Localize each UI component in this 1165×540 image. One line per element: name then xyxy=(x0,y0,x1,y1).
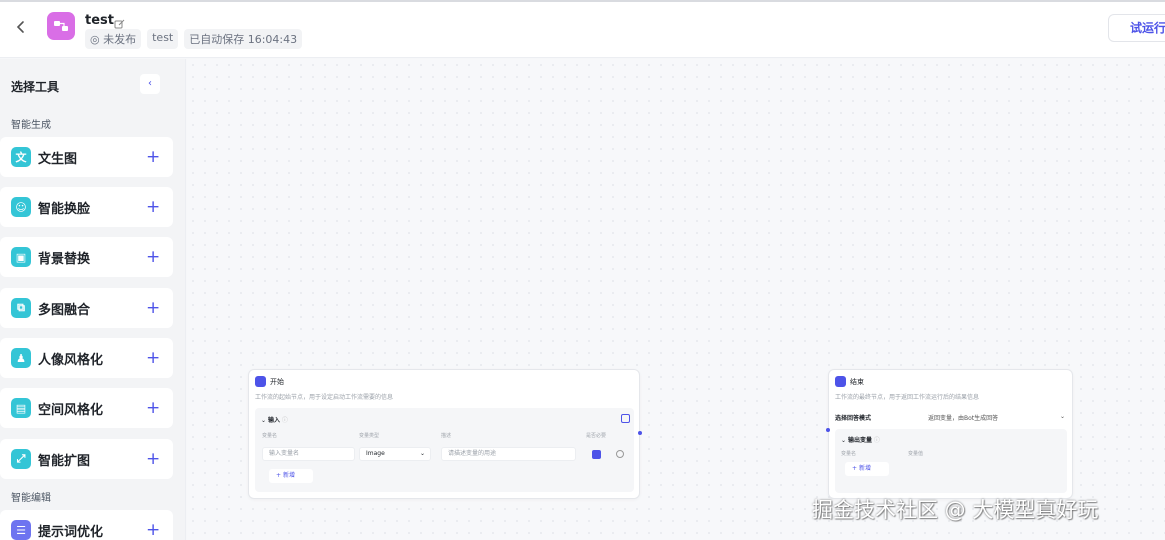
end-node-desc: 工作流的最终节点，用于返回工作流运行后的结果信息 xyxy=(835,394,980,401)
tool-label: 多图融合 xyxy=(38,302,91,318)
image-expand-icon: ⤢ xyxy=(11,449,31,469)
watermark: 掘金技术社区 @ 大模型真好玩 xyxy=(812,498,1099,522)
tool-label: 提示词优化 xyxy=(38,524,104,540)
app-icon xyxy=(47,12,75,40)
output-section: ⌄ 输出变量 ⓘ 变量名 变量值 + 新增 xyxy=(835,429,1067,493)
add-icon[interactable]: + xyxy=(146,300,160,317)
tool-label: 空间风格化 xyxy=(38,402,104,418)
tool-text-to-image[interactable]: 文 文生图 + xyxy=(0,137,173,177)
tool-label: 智能扩图 xyxy=(38,453,91,469)
end-node-title: 结束 xyxy=(850,377,864,386)
col-value: 变量值 xyxy=(908,451,924,457)
start-node[interactable]: 开始 工作流的起始节点，用于设定启动工作流需要的信息 ⌄ 输入 ⓘ 变量名 变量… xyxy=(248,369,642,499)
header: test ◎ 未发布 test 已自动保存 16:04:43 试运行 xyxy=(0,2,1165,58)
tool-face-swap[interactable]: ☺ 智能换脸 + xyxy=(0,187,173,227)
tool-label: 人像风格化 xyxy=(38,352,104,368)
section-label-edit: 智能编辑 xyxy=(11,493,51,504)
col-desc: 描述 xyxy=(441,433,452,439)
answer-mode-select[interactable]: 返回变量，由Bot生成回答 ⌄ xyxy=(928,413,1065,422)
section-label-generate: 智能生成 xyxy=(11,120,51,131)
test-run-button[interactable]: 试运行 xyxy=(1108,14,1165,42)
collapse-sidebar-icon[interactable]: ‹ xyxy=(140,74,160,94)
output-section-title[interactable]: ⌄ 输出变量 ⓘ xyxy=(841,435,880,444)
required-checkbox[interactable] xyxy=(592,450,601,459)
add-icon[interactable]: + xyxy=(146,199,160,216)
input-section-title[interactable]: ⌄ 输入 ⓘ xyxy=(261,415,288,424)
portrait-style-icon: ♟ xyxy=(11,348,31,368)
col-name: 变量名 xyxy=(262,433,278,439)
app-tag: test xyxy=(147,29,179,49)
tool-sidebar: 选择工具 ‹ 智能生成 文 文生图 + ☺ 智能换脸 + ▣ 背景替换 + ⧉ … xyxy=(0,59,186,540)
add-icon[interactable]: + xyxy=(146,400,160,417)
add-input-button[interactable]: + 新增 xyxy=(269,469,313,483)
back-icon[interactable] xyxy=(12,18,30,36)
tool-space-style[interactable]: ▤ 空间风格化 + xyxy=(0,388,173,428)
add-icon[interactable]: + xyxy=(146,451,160,468)
start-node-desc: 工作流的起始节点，用于设定启动工作流需要的信息 xyxy=(255,394,394,401)
autosave-status: 已自动保存 16:04:43 xyxy=(184,29,303,49)
app-meta: ◎ 未发布 test 已自动保存 16:04:43 xyxy=(85,29,303,49)
col-type: 变量类型 xyxy=(359,433,380,439)
prompt-optimize-icon: ☰ xyxy=(11,520,31,540)
tool-label: 背景替换 xyxy=(38,251,91,267)
settings-icon[interactable] xyxy=(616,450,624,458)
background-replace-icon: ▣ xyxy=(11,247,31,267)
text-to-image-icon: 文 xyxy=(11,147,31,167)
end-node-header: 结束 xyxy=(835,376,864,387)
face-swap-icon: ☺ xyxy=(11,197,31,217)
tool-label: 文生图 xyxy=(38,151,78,167)
app-name: test xyxy=(85,13,114,28)
start-node-header: 开始 xyxy=(255,376,284,387)
variable-desc-input[interactable]: 请描述变量的用途 xyxy=(441,447,576,461)
input-section: ⌄ 输入 ⓘ 变量名 变量类型 描述 是否必要 输入变量名 Image ⌄ 请描述… xyxy=(255,408,634,492)
answer-mode-label: 选择回答模式 xyxy=(835,415,872,422)
tool-label: 智能换脸 xyxy=(38,201,91,217)
export-icon[interactable] xyxy=(621,414,630,423)
edit-icon[interactable] xyxy=(114,15,125,29)
add-icon[interactable]: + xyxy=(146,149,160,166)
workflow-canvas[interactable]: 开始 工作流的起始节点，用于设定启动工作流需要的信息 ⌄ 输入 ⓘ 变量名 变量… xyxy=(187,59,1165,540)
publish-status: ◎ 未发布 xyxy=(85,29,142,49)
add-output-button[interactable]: + 新增 xyxy=(845,462,889,476)
output-port[interactable] xyxy=(638,431,642,435)
tool-portrait-style[interactable]: ♟ 人像风格化 + xyxy=(0,338,173,378)
space-style-icon: ▤ xyxy=(11,398,31,418)
add-icon[interactable]: + xyxy=(146,350,160,367)
start-node-title: 开始 xyxy=(270,377,284,386)
add-icon[interactable]: + xyxy=(146,522,160,539)
variable-type-select[interactable]: Image ⌄ xyxy=(359,447,431,461)
tool-image-expand[interactable]: ⤢ 智能扩图 + xyxy=(0,439,173,479)
tool-background-replace[interactable]: ▣ 背景替换 + xyxy=(0,237,173,277)
add-icon[interactable]: + xyxy=(146,249,160,266)
variable-name-input[interactable]: 输入变量名 xyxy=(262,447,355,461)
input-port[interactable] xyxy=(826,428,830,432)
tool-prompt-optimize[interactable]: ☰ 提示词优化 + xyxy=(0,510,173,540)
tool-multi-image-fusion[interactable]: ⧉ 多图融合 + xyxy=(0,288,173,328)
sidebar-title: 选择工具 xyxy=(11,80,60,94)
col-required: 是否必要 xyxy=(586,433,607,439)
multi-image-fusion-icon: ⧉ xyxy=(11,298,31,318)
end-node[interactable]: 结束 工作流的最终节点，用于返回工作流运行后的结果信息 选择回答模式 返回变量，… xyxy=(826,369,1073,499)
start-node-icon xyxy=(255,376,266,387)
col-name: 变量名 xyxy=(841,451,857,457)
end-node-icon xyxy=(835,376,846,387)
